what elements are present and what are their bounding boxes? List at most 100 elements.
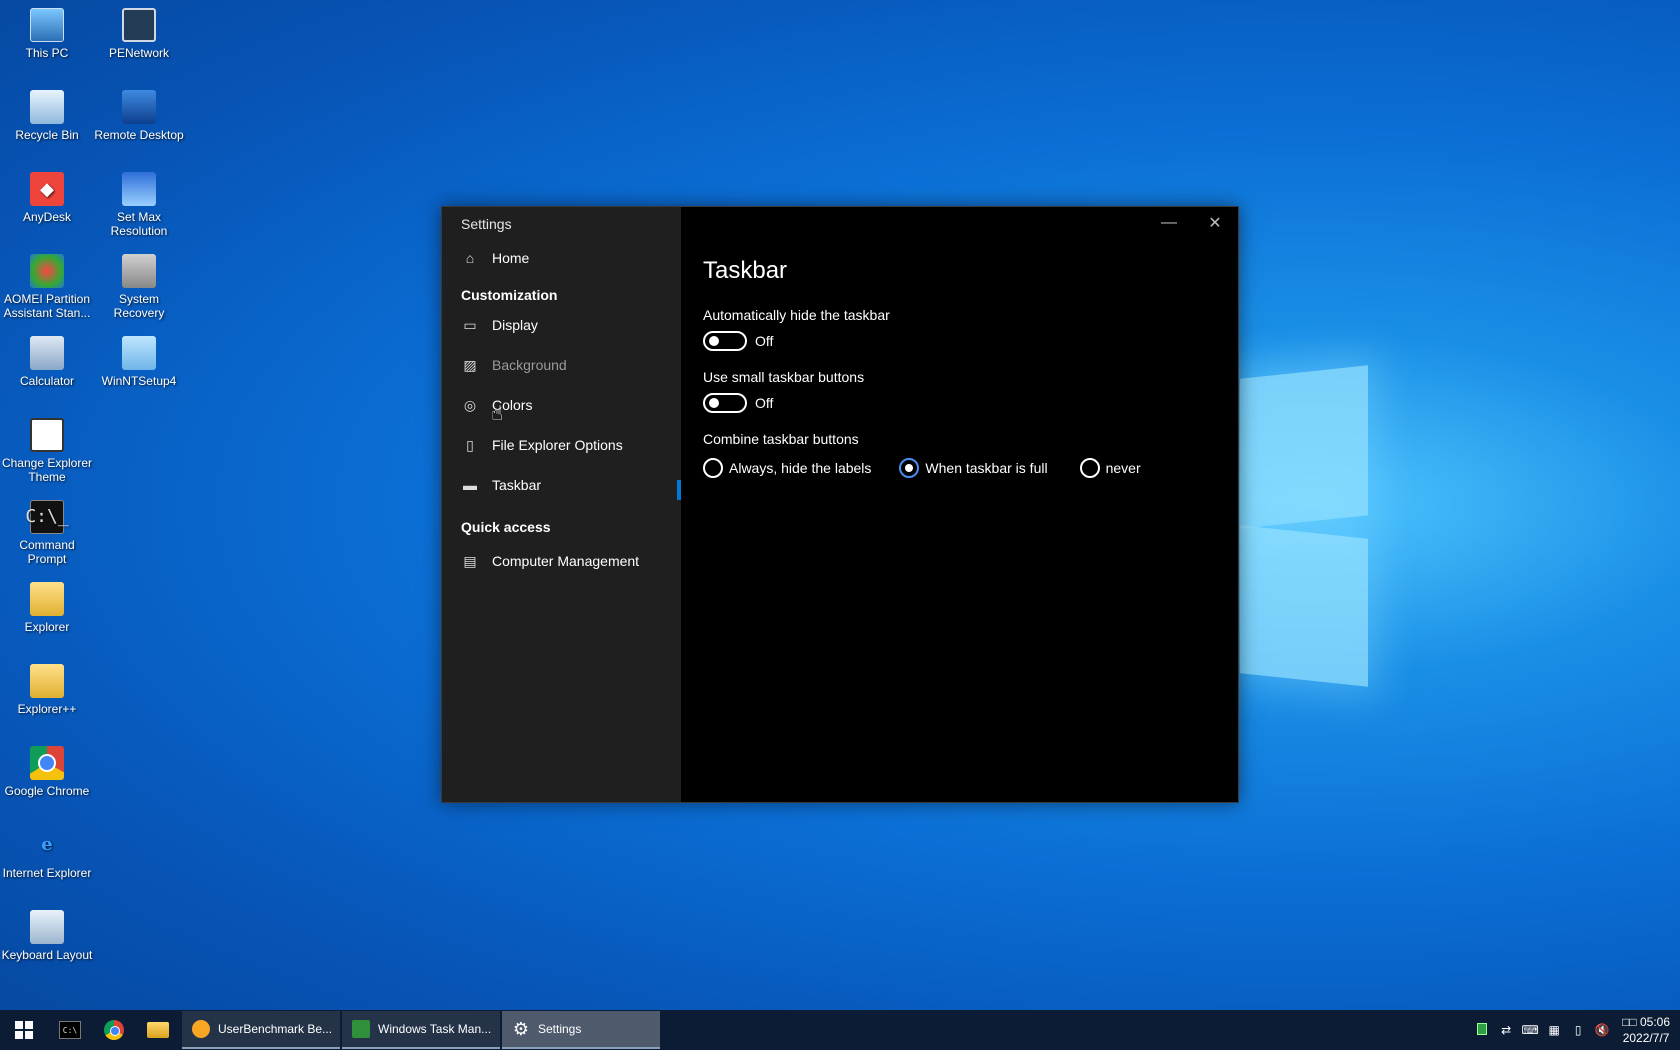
small-buttons-toggle-row: Off	[703, 393, 773, 413]
taskbar-pin-cmd[interactable]: C:\	[48, 1010, 92, 1050]
tray-app-icon[interactable]	[1470, 1022, 1494, 1038]
close-icon: ✕	[1208, 215, 1222, 232]
keyboard-icon[interactable]: ⌨	[1518, 1023, 1542, 1037]
desktop-icon-explorer-plus-plus[interactable]: Explorer++	[0, 664, 94, 716]
computer-management-icon: ▤	[463, 552, 477, 569]
taskbar-icon: ▬	[463, 477, 477, 493]
desktop-icon-label: System Recovery	[113, 292, 165, 320]
small-buttons-label: Use small taskbar buttons	[703, 369, 865, 385]
desktop-icon-this-pc[interactable]: This PC	[0, 8, 94, 60]
desktop-icon-label: Remote Desktop	[94, 128, 184, 142]
taskbar-app-task-manager[interactable]: Windows Task Man...	[342, 1011, 500, 1049]
chrome-icon	[104, 1020, 124, 1040]
setup-icon	[122, 336, 156, 370]
userbenchmark-icon	[192, 1020, 210, 1038]
nav-item-display[interactable]: ▭ Display	[442, 307, 681, 343]
taskbar-pin-explorer[interactable]	[136, 1010, 180, 1050]
ie-icon: e	[41, 834, 53, 855]
clock-date: 2022/7/7	[1622, 1031, 1670, 1045]
desktop-icon-label: Keyboard Layout	[1, 948, 93, 962]
picture-icon: ▨	[463, 356, 477, 373]
desktop-icon-recycle-bin[interactable]: Recycle Bin	[0, 90, 94, 142]
taskbar-app-label: Windows Task Man...	[378, 1022, 492, 1036]
radio-circle	[1079, 458, 1100, 478]
desktop-icon-label: AOMEI Partition Assistant Stan...	[3, 292, 91, 320]
nav-item-home[interactable]: ⌂ Home	[442, 240, 681, 276]
nav-item-computer-management[interactable]: ▤ Computer Management	[442, 543, 681, 579]
desktop-icon-label: Google Chrome	[4, 784, 90, 798]
desktop-icon-penetwork[interactable]: PENetwork	[92, 8, 186, 60]
nav-item-background[interactable]: ▨ Background	[442, 347, 681, 383]
taskbar-app-userbenchmark[interactable]: UserBenchmark Be...	[182, 1011, 340, 1049]
partition-icon	[30, 254, 64, 288]
page-title: Taskbar	[703, 257, 788, 284]
radio-circle	[703, 458, 723, 478]
chrome-icon	[30, 746, 64, 780]
palette-icon: ◎	[463, 396, 477, 413]
nav-item-file-explorer-options[interactable]: ▯ File Explorer Options	[442, 427, 681, 463]
radio-circle	[899, 458, 920, 478]
hand-cursor-icon: ☝	[491, 403, 504, 425]
auto-hide-toggle-row: Off	[703, 331, 773, 351]
desktop-icon-internet-explorer[interactable]: e Internet Explorer	[0, 828, 94, 881]
windows-start-icon	[15, 1021, 33, 1039]
display-color-icon[interactable]: ▦	[1542, 1023, 1566, 1037]
minimize-button[interactable]: —	[1146, 207, 1192, 239]
auto-hide-toggle[interactable]	[703, 331, 747, 351]
taskbar-pin-chrome[interactable]	[92, 1010, 136, 1050]
recycle-bin-icon	[30, 90, 64, 124]
file-explorer-icon: ▯	[466, 436, 474, 453]
network-icon[interactable]: ⇄	[1494, 1023, 1518, 1037]
theme-icon	[30, 418, 64, 452]
desktop-icon-explorer[interactable]: Explorer	[0, 582, 94, 634]
settings-sidebar: Settings ⌂ Home Customization ▭ Display …	[442, 207, 681, 802]
home-icon: ⌂	[465, 250, 475, 266]
section-header-customization: Customization	[461, 287, 558, 303]
taskbar-app-label: Settings	[538, 1022, 582, 1036]
desktop-icon-set-max-resolution[interactable]: Set Max Resolution	[92, 172, 186, 238]
desktop-icon-aomei[interactable]: AOMEI Partition Assistant Stan...	[0, 254, 94, 320]
start-button[interactable]	[0, 1010, 48, 1050]
desktop-icon-label: Change Explorer Theme	[1, 456, 93, 484]
radio-label: When taskbar is full	[925, 460, 1048, 476]
desktop-icon-anydesk[interactable]: ◆ AnyDesk	[0, 172, 94, 224]
nav-item-taskbar[interactable]: ▬ Taskbar	[442, 467, 681, 503]
task-manager-icon	[352, 1020, 370, 1038]
clock-prefix: □□	[1622, 1015, 1637, 1029]
clock-time: 05:06	[1639, 1015, 1670, 1029]
system-tray: ⇄ ⌨ ▦ ▯ 🔇 □□ 05:06 2022/7/7	[1470, 1010, 1680, 1050]
combine-buttons-radio-group: Always, hide the labels When taskbar is …	[703, 458, 1169, 478]
desktop-icon-remote-desktop[interactable]: Remote Desktop	[92, 90, 186, 142]
settings-window: Settings ⌂ Home Customization ▭ Display …	[441, 206, 1239, 803]
radio-when-taskbar-full[interactable]: When taskbar is full	[899, 458, 1048, 478]
nav-item-colors[interactable]: ◎ Colors	[442, 387, 681, 423]
desktop-icon-change-explorer-theme[interactable]: Change Explorer Theme	[0, 418, 94, 484]
desktop-icon-system-recovery[interactable]: System Recovery	[92, 254, 186, 320]
network-icon	[122, 8, 156, 42]
taskbar-app-label: UserBenchmark Be...	[218, 1022, 333, 1036]
desktop-icon-label: Calculator	[19, 374, 75, 388]
desktop-icon-label: Internet Explorer	[2, 866, 92, 880]
volume-muted-icon[interactable]: 🔇	[1590, 1023, 1614, 1037]
minimize-icon: —	[1161, 214, 1177, 231]
taskbar-app-settings[interactable]: ⚙ Settings	[502, 1011, 660, 1049]
resolution-icon	[122, 172, 156, 206]
desktop-icon-command-prompt[interactable]: C:\_ Command Prompt	[0, 500, 94, 566]
clock[interactable]: □□ 05:06 2022/7/7	[1622, 1014, 1670, 1046]
taskbar: C:\ UserBenchmark Be... Windows Task Man…	[0, 1010, 1680, 1050]
radio-never[interactable]: never	[1079, 458, 1141, 478]
desktop-icon-label: PENetwork	[108, 46, 170, 60]
desktop-icon-keyboard-layout[interactable]: Keyboard Layout	[0, 910, 94, 962]
small-buttons-toggle[interactable]	[703, 393, 747, 413]
monitor-icon: ▭	[463, 316, 477, 333]
radio-always-hide-labels[interactable]: Always, hide the labels	[703, 458, 871, 478]
cmd-icon: C:\	[59, 1021, 81, 1039]
nav-item-label: Computer Management	[492, 553, 640, 569]
auto-hide-label: Automatically hide the taskbar	[703, 307, 890, 323]
close-button[interactable]: ✕	[1192, 207, 1238, 239]
desktop-icon-calculator[interactable]: Calculator	[0, 336, 94, 388]
desktop-icon-label: AnyDesk	[22, 210, 72, 224]
desktop-icon-google-chrome[interactable]: Google Chrome	[0, 746, 94, 798]
desktop-icon-winntsetup4[interactable]: WinNTSetup4	[92, 336, 186, 388]
usb-icon[interactable]: ▯	[1566, 1023, 1590, 1037]
